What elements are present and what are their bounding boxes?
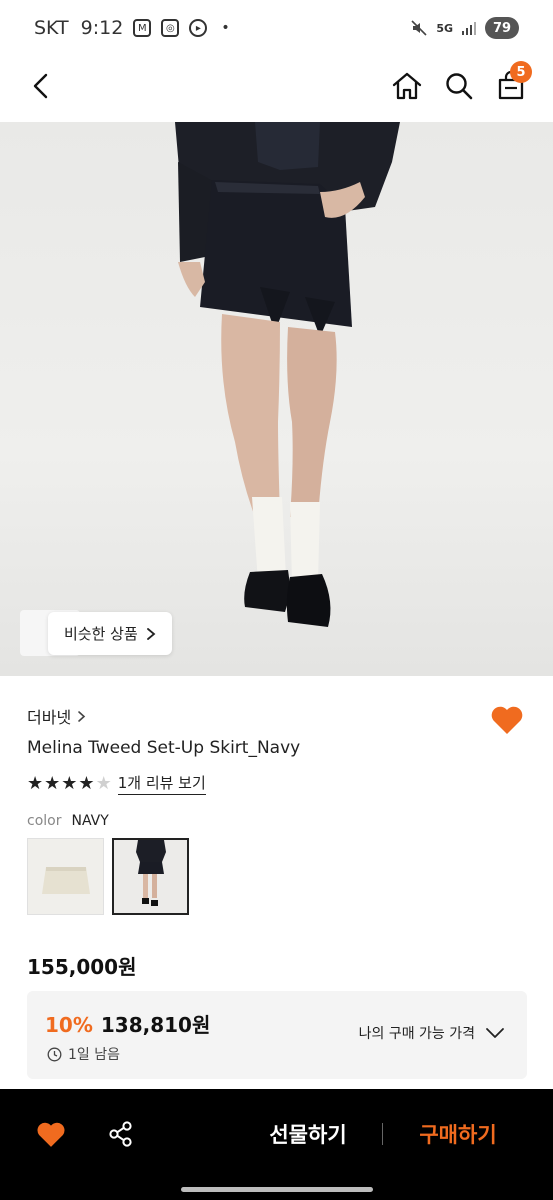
- instagram-icon: ◎: [161, 19, 180, 37]
- bottom-action-bar: 선물하기 구매하기: [0, 1089, 553, 1200]
- product-price: 155,000원: [27, 955, 137, 979]
- heart-icon: [37, 1122, 65, 1147]
- timer-row: 1일 남음: [47, 1044, 120, 1064]
- discount-row: 10% 138,810원: [45, 1009, 210, 1038]
- star-icon: ★: [78, 772, 95, 794]
- status-bar: SKT 9:12 M ◎ ▸ • 5G 79: [0, 0, 553, 56]
- review-link[interactable]: 1개 리뷰 보기: [117, 772, 206, 795]
- color-swatches: [27, 838, 189, 915]
- network-label: 5G: [436, 21, 453, 35]
- notification-m-icon: M: [133, 19, 152, 37]
- more-notifications-icon: •: [221, 20, 230, 36]
- status-left: SKT 9:12 M ◎ ▸ •: [34, 17, 230, 39]
- chevron-right-icon: [78, 710, 86, 722]
- search-button[interactable]: [434, 56, 484, 116]
- home-button[interactable]: [382, 56, 432, 116]
- my-price-label: 나의 구매 가능 가격: [358, 1026, 475, 1042]
- product-image[interactable]: 비슷한 상품: [0, 122, 553, 676]
- buy-button[interactable]: 구매하기: [400, 1119, 516, 1149]
- similar-products-label: 비슷한 상품: [64, 625, 138, 643]
- brand-name: 더바넷: [27, 708, 72, 727]
- color-label: color: [27, 813, 62, 829]
- play-icon: ▸: [189, 19, 208, 37]
- cart-count-badge: 5: [510, 61, 532, 83]
- clock-icon: [47, 1047, 62, 1061]
- discount-rate: 10%: [45, 1013, 93, 1037]
- chevron-down-icon: [486, 1028, 504, 1038]
- star-icon: ★: [27, 772, 44, 794]
- star-empty-icon: ★: [95, 772, 112, 794]
- star-rating: ★ ★ ★ ★ ★: [27, 772, 112, 794]
- gift-button[interactable]: 선물하기: [250, 1119, 366, 1149]
- ivory-swatch[interactable]: [27, 838, 104, 915]
- model-photo: [175, 122, 400, 627]
- signal-icon: [462, 22, 476, 35]
- chevron-right-icon: [146, 627, 156, 640]
- discount-box: 10% 138,810원 1일 남음 나의 구매 가능 가격: [27, 991, 527, 1079]
- back-arrow-icon: [33, 73, 48, 99]
- wishlist-button[interactable]: [489, 702, 525, 738]
- timer-label: 1일 남음: [68, 1047, 120, 1063]
- clock: 9:12: [80, 17, 124, 39]
- discount-price: 138,810원: [100, 1013, 211, 1037]
- battery-indicator: 79: [485, 17, 519, 39]
- search-icon: [446, 73, 473, 100]
- my-price-button[interactable]: 나의 구매 가능 가격: [359, 1023, 505, 1043]
- heart-icon: [491, 706, 523, 734]
- rating-row: ★ ★ ★ ★ ★ 1개 리뷰 보기: [27, 772, 206, 795]
- top-nav: 5: [0, 56, 553, 122]
- ivory-skirt-thumbnail: [42, 867, 90, 894]
- color-value: NAVY: [71, 813, 109, 829]
- bottom-wishlist-button[interactable]: [34, 1117, 68, 1151]
- star-icon: ★: [61, 772, 78, 794]
- brand-link[interactable]: 더바넷: [27, 704, 86, 728]
- color-row: color NAVY: [27, 813, 109, 829]
- carrier-label: SKT: [34, 17, 69, 39]
- status-right: 5G 79: [410, 17, 519, 39]
- star-icon: ★: [44, 772, 61, 794]
- home-icon: [392, 72, 422, 100]
- divider: [382, 1123, 383, 1145]
- similar-products-button[interactable]: 비슷한 상품: [48, 612, 172, 655]
- cart-button[interactable]: 5: [486, 56, 536, 116]
- share-button[interactable]: [104, 1117, 138, 1151]
- navy-swatch[interactable]: [112, 838, 189, 915]
- product-name: Melina Tweed Set-Up Skirt_Navy: [27, 738, 301, 758]
- share-icon: [109, 1121, 132, 1147]
- back-button[interactable]: [16, 56, 66, 116]
- mute-icon: [411, 20, 427, 36]
- home-indicator[interactable]: [181, 1187, 373, 1192]
- navy-model-thumbnail: [136, 840, 166, 906]
